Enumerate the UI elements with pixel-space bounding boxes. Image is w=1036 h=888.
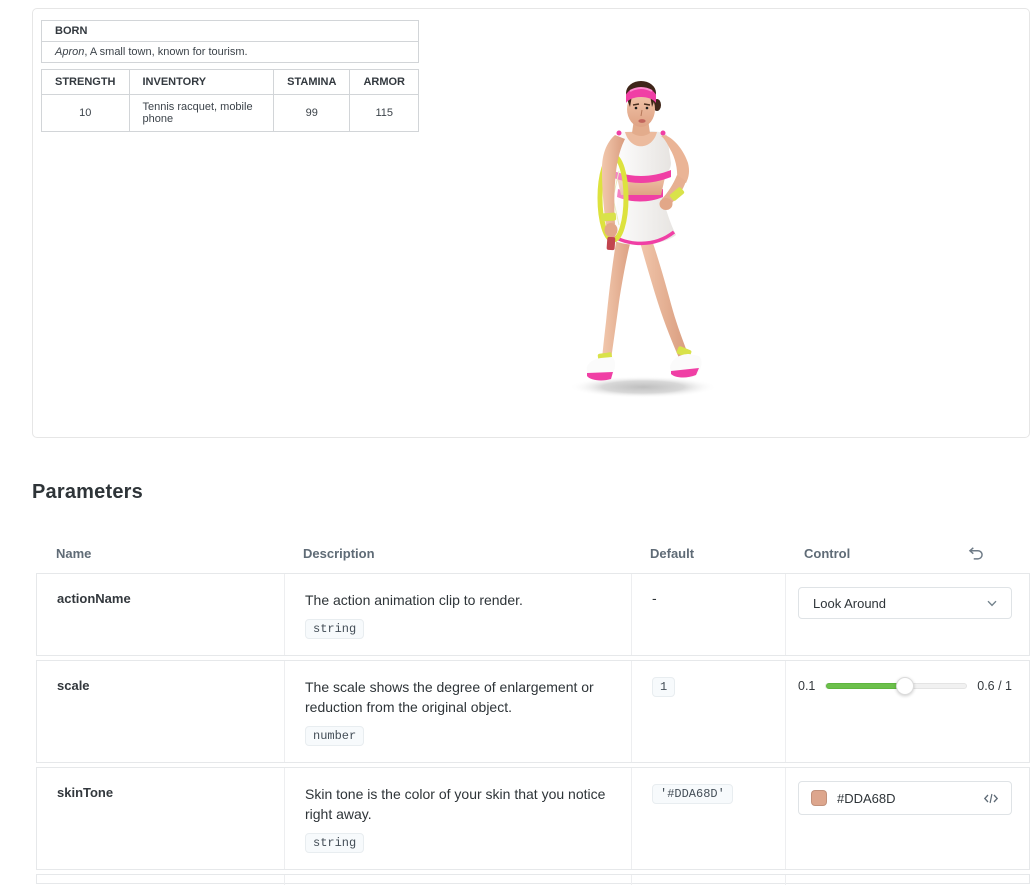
arg-name: skinTone [57, 785, 113, 800]
arg-type-badge: string [305, 833, 364, 853]
column-header-control: Control [784, 546, 1030, 561]
arg-type-badge: string [305, 619, 364, 639]
table-row-skinTone: skinTone Skin tone is the color of your … [36, 767, 1030, 870]
slider-fill [826, 683, 904, 689]
args-table: Name Description Default Control actionN… [36, 536, 1030, 888]
reset-controls-icon [967, 544, 985, 562]
arg-description: Skin tone is the color of your skin that… [305, 784, 610, 824]
arg-default-value: - [652, 590, 657, 606]
stats-value-armor: 115 [350, 95, 419, 132]
table-row-scale: scale The scale shows the degree of enla… [36, 660, 1030, 763]
column-header-default: Default [630, 546, 784, 561]
tennis-player-figure [503, 67, 783, 412]
stats-value-strength: 10 [42, 95, 130, 132]
arg-default-badge: '#DDA68D' [652, 784, 733, 804]
born-header: BORN [42, 21, 419, 42]
color-value: #DDA68D [837, 791, 896, 806]
arg-name: actionName [57, 591, 131, 606]
stats-header-stamina: STAMINA [274, 70, 350, 95]
character-3d-viewport[interactable] [503, 67, 783, 412]
args-table-header: Name Description Default Control [36, 536, 1030, 573]
actionName-select[interactable]: Look Around [798, 587, 1012, 619]
reset-controls-button[interactable] [966, 544, 986, 564]
slider-thumb[interactable] [896, 677, 914, 695]
arg-type-badge: number [305, 726, 364, 746]
slider-min-label: 0.1 [798, 679, 815, 693]
table-row [36, 874, 1030, 884]
born-description: Apron, A small town, known for tourism. [42, 42, 419, 63]
slider-value-label: 0.6 / 1 [977, 679, 1012, 693]
chevron-down-icon [987, 600, 997, 607]
skinTone-color-input[interactable]: #DDA68D [798, 781, 1012, 815]
color-swatch[interactable] [811, 790, 827, 806]
born-table: BORN Apron, A small town, known for tour… [41, 20, 419, 63]
arg-default-badge: 1 [652, 677, 675, 697]
stats-value-inventory: Tennis racquet, mobile phone [129, 95, 274, 132]
arg-description: The scale shows the degree of enlargemen… [305, 677, 610, 717]
character-doc-tables: BORN Apron, A small town, known for tour… [41, 20, 419, 132]
arg-name: scale [57, 678, 90, 693]
stats-header-armor: ARMOR [350, 70, 419, 95]
stats-table: STRENGTH INVENTORY STAMINA ARMOR 10 Tenn… [41, 69, 419, 132]
story-preview-panel: BORN Apron, A small town, known for tour… [32, 8, 1030, 438]
code-toggle-icon[interactable] [983, 791, 999, 806]
scale-slider: 0.1 0.6 / 1 [798, 679, 1012, 693]
actionName-select-value: Look Around [813, 596, 886, 611]
born-description-text: , A small town, known for tourism. [84, 46, 247, 58]
stats-value-stamina: 99 [274, 95, 350, 132]
stats-header-strength: STRENGTH [42, 70, 130, 95]
slider-track[interactable] [825, 683, 967, 689]
table-row-actionName: actionName The action animation clip to … [36, 573, 1030, 656]
born-place: Apron [55, 46, 84, 58]
parameters-heading: Parameters [32, 481, 143, 504]
stats-header-inventory: INVENTORY [129, 70, 274, 95]
arg-description: The action animation clip to render. [305, 590, 610, 610]
column-header-description: Description [283, 546, 630, 561]
column-header-name: Name [36, 546, 283, 561]
